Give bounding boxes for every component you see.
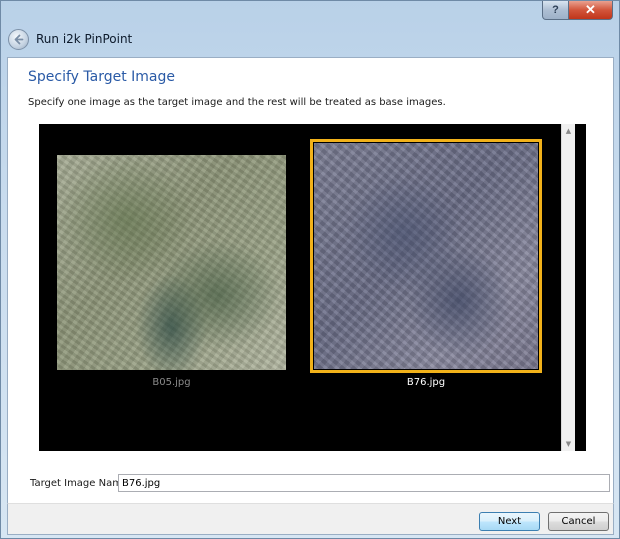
- image-caption-b05: B05.jpg: [152, 377, 191, 388]
- target-image-name-input[interactable]: [118, 474, 610, 492]
- page-instructions: Specify one image as the target image an…: [28, 97, 446, 108]
- wizard-window: ? ✕ Run i2k PinPoint Specify Target Imag…: [0, 0, 620, 539]
- scroll-down-arrow-icon[interactable]: ▼: [562, 437, 575, 451]
- cancel-button[interactable]: Cancel: [548, 512, 609, 531]
- wizard-page: Specify Target Image Specify one image a…: [7, 57, 614, 503]
- wizard-title: Run i2k PinPoint: [36, 32, 133, 46]
- back-arrow-icon: [14, 34, 24, 45]
- target-image-name-label: Target Image Name:: [30, 478, 132, 489]
- aerial-image-b76[interactable]: [314, 143, 538, 369]
- title-bar: ? ✕ Run i2k PinPoint: [1, 1, 619, 57]
- next-button[interactable]: Next: [479, 512, 540, 531]
- close-button[interactable]: ✕: [569, 1, 613, 20]
- help-button[interactable]: ?: [542, 1, 569, 20]
- aerial-image-b05[interactable]: [57, 155, 286, 370]
- image-selection-viewer: B05.jpg B76.jpg: [39, 124, 586, 451]
- caption-buttons: ? ✕: [542, 1, 613, 20]
- image-caption-b76: B76.jpg: [406, 377, 446, 388]
- button-bar: Next Cancel: [7, 503, 614, 535]
- scroll-up-arrow-icon[interactable]: ▲: [562, 124, 575, 138]
- viewer-scrollbar[interactable]: ▲ ▼: [561, 124, 575, 451]
- page-heading: Specify Target Image: [28, 69, 175, 85]
- back-button[interactable]: [8, 29, 29, 50]
